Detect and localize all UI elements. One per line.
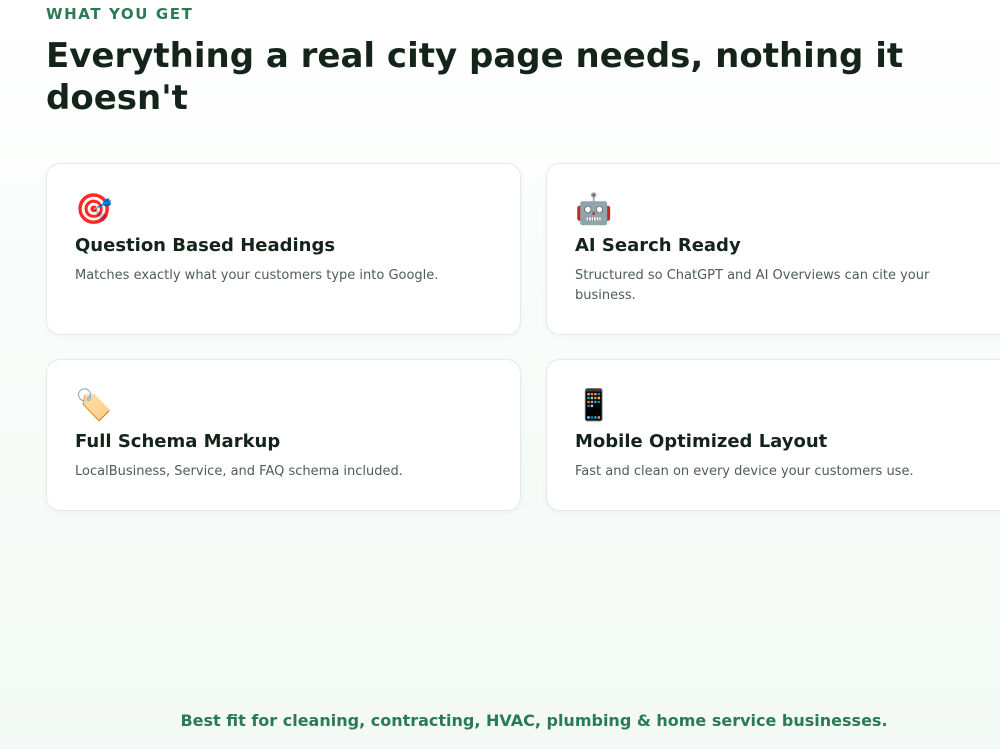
feature-card-schema-markup: 🏷️ Full Schema Markup LocalBusiness, Ser… [46, 359, 521, 511]
feature-card-mobile-layout: 📱 Mobile Optimized Layout Fast and clean… [546, 359, 1000, 511]
best-fit-note: Best fit for cleaning, contracting, HVAC… [180, 711, 888, 730]
feature-card-question-headings: 🎯 Question Based Headings Matches exactl… [46, 163, 521, 335]
mobile-phone-icon: 📱 [575, 388, 613, 423]
feature-description: Fast and clean on every device your cust… [575, 464, 914, 479]
feature-title: Question Based Headings [75, 235, 336, 256]
feature-description: Structured so ChatGPT and AI Overviews c… [575, 268, 930, 303]
feature-description: Matches exactly what your customers type… [75, 268, 439, 283]
robot-icon: 🤖 [575, 192, 613, 227]
feature-title: Full Schema Markup [75, 431, 281, 452]
tag-icon: 🏷️ [75, 388, 113, 423]
feature-description: LocalBusiness, Service, and FAQ schema i… [75, 464, 403, 479]
feature-card-ai-search: 🤖 AI Search Ready Structured so ChatGPT … [546, 163, 1000, 335]
feature-grid: 🎯 Question Based Headings Matches exactl… [46, 163, 1000, 513]
section-eyebrow: WHAT YOU GET [46, 5, 194, 23]
target-icon: 🎯 [75, 192, 113, 227]
feature-title: Mobile Optimized Layout [575, 431, 828, 452]
feature-title: AI Search Ready [575, 235, 741, 256]
section-headline: Everything a real city page needs, nothi… [46, 36, 904, 118]
